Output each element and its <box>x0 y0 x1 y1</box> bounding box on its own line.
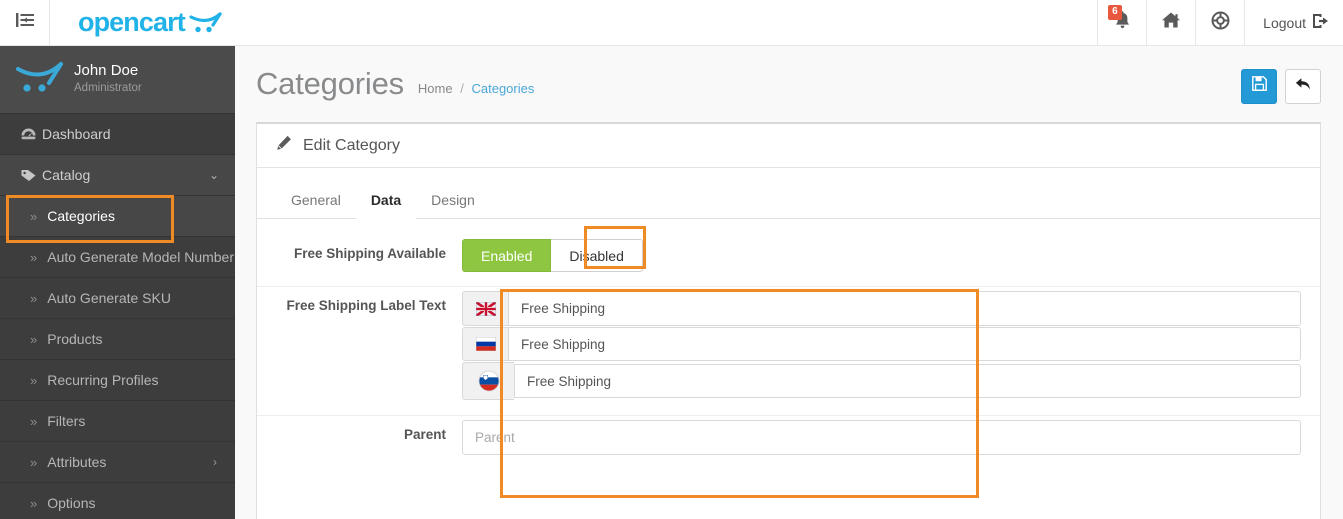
help-button[interactable] <box>1195 0 1244 45</box>
data-tab-form: Free Shipping Available Enabled Disabled… <box>257 219 1320 469</box>
double-chevron-right-icon: » <box>30 413 38 429</box>
sidebar-item-catalog[interactable]: Catalog ⌄ <box>0 155 235 196</box>
page-actions <box>1241 65 1321 104</box>
double-chevron-right-icon: » <box>30 372 38 388</box>
free-shipping-available-row: Free Shipping Available Enabled Disabled <box>257 235 1320 287</box>
opencart-cart-logo-icon <box>15 61 65 98</box>
sidebar-item-attributes[interactable]: » Attributes › <box>0 442 235 483</box>
enabled-button[interactable]: Enabled <box>462 239 552 272</box>
profile-meta: John Doe Administrator <box>74 62 142 96</box>
sidebar-item-products[interactable]: » Products <box>0 319 235 360</box>
parent-row: Parent Parent <box>257 416 1320 469</box>
logout-label: Logout <box>1263 14 1306 31</box>
free-shipping-label-input-en[interactable]: Free Shipping <box>508 291 1301 326</box>
free-shipping-label-text-control: Free Shipping Free Shipping Free Shippin… <box>462 287 1301 415</box>
page-title: Categories <box>256 66 404 101</box>
parent-input[interactable]: Parent <box>462 420 1301 455</box>
brand-name: opencart <box>78 7 186 37</box>
double-chevron-right-icon: » <box>30 454 38 470</box>
double-chevron-right-icon: » <box>30 249 38 265</box>
sidebar-item-auto-generate-sku[interactable]: » Auto Generate SKU <box>0 278 235 319</box>
top-header-bar: opencart 6 Logout <box>0 0 1343 46</box>
brand-logo[interactable]: opencart <box>50 0 1097 45</box>
sidebar-item-label: Products <box>47 331 103 347</box>
hamburger-menu-icon <box>15 12 34 33</box>
enabled-disabled-toggle: Enabled Disabled <box>462 239 643 272</box>
sidebar-item-options[interactable]: » Options <box>0 483 235 519</box>
sidebar-item-filters[interactable]: » Filters <box>0 401 235 442</box>
pencil-edit-icon <box>276 135 292 156</box>
floppy-disk-save-icon <box>1251 76 1267 96</box>
breadcrumb-separator: / <box>460 81 464 96</box>
avatar <box>14 61 66 98</box>
free-shipping-available-label: Free Shipping Available <box>293 246 446 261</box>
breadcrumb-home[interactable]: Home <box>418 81 453 96</box>
logout-button[interactable]: Logout <box>1244 0 1343 45</box>
free-shipping-label-input-group-ru: Free Shipping <box>462 327 1301 361</box>
lifebuoy-icon <box>1211 11 1230 35</box>
notification-count-badge: 6 <box>1108 5 1122 20</box>
sidebar-item-auto-generate-model-number[interactable]: » Auto Generate Model Number <box>0 237 235 278</box>
sidebar-item-label: Filters <box>47 413 86 429</box>
back-button[interactable] <box>1285 68 1321 104</box>
free-shipping-label-text-row: Free Shipping Label Text Free Shipping F… <box>257 287 1320 416</box>
header-actions: 6 Logout <box>1097 0 1343 45</box>
back-arrow-icon <box>1295 77 1311 96</box>
disabled-button[interactable]: Disabled <box>551 239 643 272</box>
sidebar-item-label: Dashboard <box>42 126 111 142</box>
parent-control: Parent <box>462 416 1301 469</box>
dashboard-gauge-icon <box>14 127 42 142</box>
sidebar-item-recurring-profiles[interactable]: » Recurring Profiles <box>0 360 235 401</box>
home-icon <box>1161 11 1181 34</box>
free-shipping-available-control: Enabled Disabled <box>462 235 1301 286</box>
tab-bar: General Data Design <box>257 168 1320 219</box>
free-shipping-label-text-label: Free Shipping Label Text <box>286 298 446 313</box>
sidebar-item-categories[interactable]: » Categories <box>0 196 235 237</box>
sidebar-item-label: Auto Generate Model Number <box>47 249 234 265</box>
sidebar-item-label: Catalog <box>42 167 91 183</box>
flag-united-kingdom-icon <box>462 291 508 326</box>
double-chevron-right-icon: » <box>30 495 38 511</box>
panel-header: Edit Category <box>257 124 1320 168</box>
parent-label: Parent <box>403 427 446 442</box>
sidebar-navigation: John Doe Administrator Dashboard Catalog… <box>0 46 235 519</box>
chevron-down-icon: ⌄ <box>208 168 219 182</box>
free-shipping-label-input-sl[interactable]: Free Shipping <box>514 364 1301 398</box>
user-profile: John Doe Administrator <box>0 46 235 114</box>
double-chevron-right-icon: » <box>30 290 38 306</box>
sidebar-item-label: Categories <box>47 208 115 224</box>
chevron-right-icon: › <box>213 455 217 469</box>
tab-data[interactable]: Data <box>355 183 417 219</box>
free-shipping-label-input-group-en: Free Shipping <box>462 291 1301 326</box>
sidebar-item-label: Recurring Profiles <box>47 372 159 388</box>
notifications-button[interactable]: 6 <box>1097 0 1146 45</box>
sidebar-item-label: Auto Generate SKU <box>47 290 171 306</box>
flag-russia-icon <box>462 327 508 361</box>
logout-icon <box>1312 13 1329 32</box>
breadcrumb-current[interactable]: Categories <box>471 81 534 96</box>
profile-name: John Doe <box>74 62 139 80</box>
shopping-cart-icon <box>189 11 223 34</box>
save-button[interactable] <box>1241 68 1277 104</box>
edit-category-panel: Edit Category General Data Design Free S… <box>256 122 1321 519</box>
double-chevron-right-icon: » <box>30 331 38 347</box>
sidebar-toggle-button[interactable] <box>0 0 50 45</box>
profile-role: Administrator <box>74 82 142 95</box>
page-header: Categories Home / Categories <box>235 46 1343 122</box>
storefront-home-button[interactable] <box>1146 0 1195 45</box>
tab-general[interactable]: General <box>276 183 356 219</box>
free-shipping-label-input-group-sl: Free Shipping <box>462 362 1301 400</box>
double-chevron-right-icon: » <box>30 208 38 224</box>
panel-heading: Edit Category <box>303 136 400 154</box>
flag-slovenia-icon <box>462 362 514 400</box>
breadcrumb: Home / Categories <box>418 72 534 96</box>
main-content: Categories Home / Categories Edit Catego… <box>235 46 1343 519</box>
tab-design[interactable]: Design <box>416 183 490 219</box>
sidebar-item-dashboard[interactable]: Dashboard <box>0 114 235 155</box>
tag-icon <box>14 168 42 183</box>
opencart-admin-page: opencart 6 Logout John Doe Administrator… <box>0 0 1343 519</box>
sidebar-item-label: Options <box>47 495 96 511</box>
sidebar-item-label: Attributes <box>47 454 107 470</box>
free-shipping-label-input-ru[interactable]: Free Shipping <box>508 327 1301 361</box>
